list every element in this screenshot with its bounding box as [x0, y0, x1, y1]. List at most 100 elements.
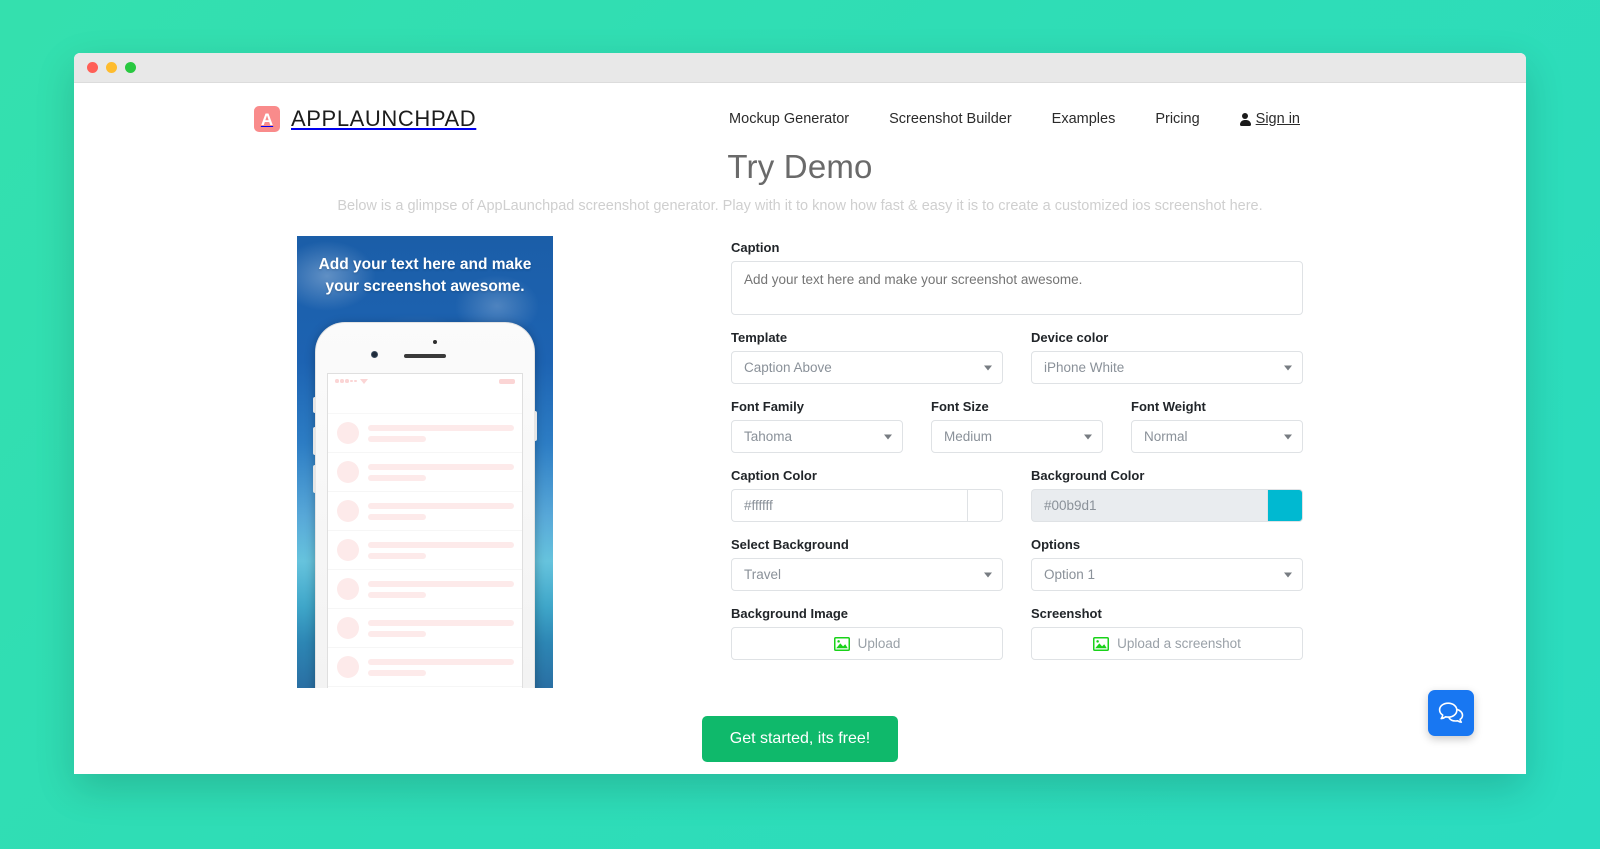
select-background-field-group: Select Background Travel	[731, 537, 1003, 591]
chevron-down-icon	[984, 365, 992, 370]
font-weight-selected-value: Normal	[1144, 429, 1188, 444]
font-weight-field-group: Font Weight Normal	[1131, 399, 1303, 453]
sign-in-label: Sign in	[1255, 111, 1300, 127]
battery-icon	[499, 378, 515, 384]
preview-caption-text: Add your text here and make your screens…	[318, 256, 532, 296]
options-label: Options	[1031, 537, 1081, 552]
phone-power-button	[534, 411, 537, 441]
select-background-label: Select Background	[731, 537, 849, 552]
background-color-swatch[interactable]	[1266, 489, 1303, 522]
caption-input[interactable]	[731, 261, 1303, 315]
select-background-select[interactable]: Travel	[731, 558, 1003, 591]
phone-app-header	[328, 388, 522, 414]
phone-status-bar	[328, 374, 522, 388]
chevron-down-icon	[1284, 434, 1292, 439]
template-device-row: Template Caption Above Device color iPho…	[731, 330, 1303, 384]
device-color-select[interactable]: iPhone White	[1031, 351, 1303, 384]
screenshot-settings-form: Caption Template Caption Above Device co…	[731, 236, 1303, 688]
main-navigation: Mockup Generator Screenshot Builder Exam…	[729, 111, 1486, 127]
caption-color-label: Caption Color	[731, 468, 817, 483]
avatar-placeholder	[337, 500, 359, 522]
phone-list-item	[328, 453, 522, 492]
screenshot-upload-button[interactable]: Upload a screenshot	[1031, 627, 1303, 660]
signal-strength-icon	[335, 378, 368, 384]
page-subtitle: Below is a glimpse of AppLaunchpad scree…	[337, 198, 1263, 214]
avatar-placeholder	[337, 656, 359, 678]
nav-item-screenshot-builder[interactable]: Screenshot Builder	[889, 111, 1012, 127]
get-started-button[interactable]: Get started, its free!	[701, 716, 899, 762]
options-field-group: Options Option 1	[1031, 537, 1303, 591]
wifi-icon	[360, 378, 368, 384]
cta-area: Get started, its free!	[74, 716, 1526, 762]
device-color-field-group: Device color iPhone White	[1031, 330, 1303, 384]
text-placeholder	[368, 424, 514, 442]
caption-color-swatch[interactable]	[966, 489, 1003, 522]
text-placeholder	[368, 619, 514, 637]
background-options-row: Select Background Travel Options Option …	[731, 537, 1303, 591]
screenshot-field-group: Screenshot Upload a screenshot	[1031, 606, 1303, 660]
phone-proximity-sensor	[433, 340, 437, 344]
device-color-selected-value: iPhone White	[1044, 360, 1125, 375]
text-placeholder	[368, 541, 514, 559]
avatar-placeholder	[337, 539, 359, 561]
options-select[interactable]: Option 1	[1031, 558, 1303, 591]
avatar-placeholder	[337, 578, 359, 600]
caption-color-input[interactable]: #ffffff	[731, 489, 967, 522]
phone-volume-up-button	[313, 427, 316, 455]
font-family-select[interactable]: Tahoma	[731, 420, 903, 453]
template-field-group: Template Caption Above	[731, 330, 1003, 384]
iphone-mockup-frame	[313, 322, 537, 688]
background-color-input[interactable]: #00b9d1	[1031, 489, 1267, 522]
phone-list-item	[328, 531, 522, 570]
select-background-selected-value: Travel	[744, 567, 782, 582]
font-family-field-group: Font Family Tahoma	[731, 399, 903, 453]
nav-item-mockup-generator[interactable]: Mockup Generator	[729, 111, 849, 127]
nav-item-pricing[interactable]: Pricing	[1155, 111, 1199, 127]
phone-front-camera	[371, 351, 378, 358]
font-size-select[interactable]: Medium	[931, 420, 1103, 453]
chat-widget-button[interactable]	[1428, 690, 1474, 736]
brand-name: APPLAUNCHPAD	[291, 106, 477, 131]
chevron-down-icon	[1284, 572, 1292, 577]
color-row: Caption Color #ffffff Background Color #…	[731, 468, 1303, 522]
font-weight-select[interactable]: Normal	[1131, 420, 1303, 453]
font-family-selected-value: Tahoma	[744, 429, 793, 444]
avatar-placeholder	[337, 617, 359, 639]
phone-list-item	[328, 414, 522, 453]
caption-field-group: Caption	[731, 240, 1303, 315]
nav-item-examples[interactable]: Examples	[1052, 111, 1116, 127]
maximize-window-button[interactable]	[125, 62, 136, 73]
background-image-upload-button[interactable]: Upload	[731, 627, 1003, 660]
screenshot-preview-canvas: Add your text here and make your screens…	[297, 236, 553, 688]
phone-list-item	[328, 609, 522, 648]
phone-list-item	[328, 648, 522, 687]
template-select[interactable]: Caption Above	[731, 351, 1003, 384]
phone-silent-switch	[313, 397, 316, 413]
user-icon	[1239, 112, 1251, 126]
browser-window: A APPLAUNCHPAD Mockup Generator Screensh…	[74, 53, 1526, 774]
upload-row: Background Image Upload Screenshot Uploa…	[731, 606, 1303, 660]
phone-earpiece-speaker	[404, 354, 446, 358]
image-icon	[1093, 636, 1110, 651]
phone-list-item	[328, 570, 522, 609]
brand-logo-link[interactable]: A APPLAUNCHPAD	[254, 106, 476, 132]
phone-volume-down-button	[313, 465, 316, 493]
avatar-placeholder	[337, 461, 359, 483]
close-window-button[interactable]	[87, 62, 98, 73]
template-label: Template	[731, 330, 788, 345]
font-size-field-group: Font Size Medium	[931, 399, 1103, 453]
minimize-window-button[interactable]	[106, 62, 117, 73]
chevron-down-icon	[984, 572, 992, 577]
background-color-input-group: #00b9d1	[1031, 489, 1303, 522]
background-image-upload-label: Upload	[857, 636, 901, 651]
text-placeholder	[368, 463, 514, 481]
text-placeholder	[368, 658, 514, 676]
background-color-label: Background Color	[1031, 468, 1145, 483]
caption-color-field-group: Caption Color #ffffff	[731, 468, 1003, 522]
phone-screen	[327, 373, 523, 688]
browser-titlebar	[74, 53, 1526, 83]
chevron-down-icon	[1284, 365, 1292, 370]
sign-in-link[interactable]: Sign in	[1239, 111, 1300, 127]
applaunchpad-logo-icon: A	[254, 106, 280, 132]
font-family-label: Font Family	[731, 399, 804, 414]
